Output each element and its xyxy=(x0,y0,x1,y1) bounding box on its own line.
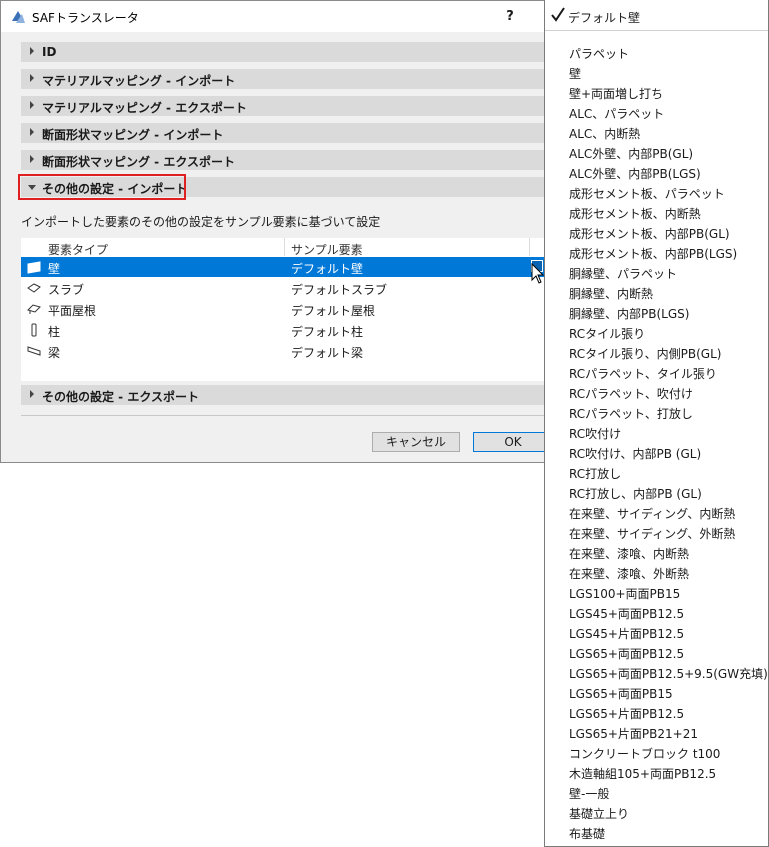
dropdown-item[interactable]: 木造軸組105+両面PB12.5 xyxy=(569,764,716,784)
dropdown-item[interactable]: ALC、内断熱 xyxy=(569,124,640,144)
checkmark-icon xyxy=(551,7,565,22)
section-label: ID xyxy=(42,45,57,59)
dropdown-item[interactable]: 壁-一般 xyxy=(569,784,609,804)
dropdown-item[interactable]: LGS100+両面PB15 xyxy=(569,584,680,604)
section-profile-export[interactable]: 断面形状マッピング - エクスポート xyxy=(21,150,553,170)
section-label: 断面形状マッピング - インポート xyxy=(42,128,224,142)
dropdown-item[interactable]: 胴縁壁、内部PB(LGS) xyxy=(569,304,689,324)
column-divider[interactable] xyxy=(529,238,530,256)
expand-arrow-icon xyxy=(30,101,34,109)
divider xyxy=(21,415,549,416)
dropdown-item[interactable]: LGS65+片面PB21+21 xyxy=(569,724,698,744)
expand-arrow-icon xyxy=(30,390,34,398)
current-selection-label: デフォルト壁 xyxy=(568,11,641,25)
dropdown-item[interactable]: ALC、パラペット xyxy=(569,104,664,124)
dropdown-item[interactable]: 在来壁、漆喰、内断熱 xyxy=(569,544,689,564)
dropdown-item[interactable]: 在来壁、サイディング、外断熱 xyxy=(569,524,735,544)
dropdown-item[interactable]: 在来壁、サイディング、内断熱 xyxy=(569,504,735,524)
section-material-import[interactable]: マテリアルマッピング - インポート xyxy=(21,69,553,89)
column-divider[interactable] xyxy=(284,238,285,256)
dropdown-item[interactable]: パラペット xyxy=(569,44,629,64)
highlight-box xyxy=(18,174,186,200)
app-icon xyxy=(12,11,25,23)
sample-element: デフォルトスラブ xyxy=(291,283,388,297)
dropdown-item[interactable]: RCパラペット、吹付け xyxy=(569,384,693,404)
dropdown-item[interactable]: RC打放し xyxy=(569,464,621,484)
dropdown-item[interactable]: 成形セメント板、内断熱 xyxy=(569,204,701,224)
element-type: 壁 xyxy=(48,262,61,276)
section-profile-import[interactable]: 断面形状マッピング - インポート xyxy=(21,123,553,143)
dropdown-item[interactable]: 胴縁壁、内断熱 xyxy=(569,284,653,304)
window-title: SAFトランスレータ xyxy=(32,11,139,25)
ok-button[interactable]: OK xyxy=(473,432,553,452)
dropdown-item[interactable]: RCタイル張り xyxy=(569,324,645,344)
dropdown-item[interactable]: 基礎立上り xyxy=(569,804,629,824)
element-type: スラブ xyxy=(48,283,85,297)
table-row-wall[interactable]: 壁 デフォルト壁 xyxy=(21,257,553,277)
element-type: 柱 xyxy=(48,325,61,339)
mouse-cursor-icon xyxy=(531,263,545,284)
section-id[interactable]: ID xyxy=(21,42,553,62)
dropdown-item[interactable]: 成形セメント板、内部PB(GL) xyxy=(569,224,730,244)
section-description: インポートした要素のその他の設定をサンプル要素に基づいて設定 xyxy=(21,215,381,229)
dropdown-item[interactable]: LGS65+両面PB12.5+9.5(GW充填) xyxy=(569,664,768,684)
expand-arrow-icon xyxy=(30,155,34,163)
dropdown-item[interactable]: 在来壁、漆喰、外断熱 xyxy=(569,564,689,584)
sample-element-dropdown-list[interactable]: デフォルト壁 パラペット壁壁+両面増し打ち ALC、パラペット ALC、内断熱 ALC… xyxy=(544,0,769,847)
table-row-column[interactable]: 柱 デフォルト柱 xyxy=(21,320,553,340)
title-bar: SAFトランスレータ ? xyxy=(1,1,548,32)
dropdown-item[interactable]: 布基礎 xyxy=(569,824,605,844)
section-label: 断面形状マッピング - エクスポート xyxy=(42,155,235,169)
dropdown-item[interactable]: コンクリートブロック t100 xyxy=(569,744,720,764)
expand-arrow-icon xyxy=(30,47,34,55)
element-type: 梁 xyxy=(48,346,61,360)
column-header-type[interactable]: 要素タイプ xyxy=(48,241,108,258)
wall-icon xyxy=(27,261,41,274)
dropdown-item[interactable]: 成形セメント板、内部PB(LGS) xyxy=(569,244,737,264)
divider xyxy=(545,30,768,31)
dropdown-item[interactable]: 壁+両面増し打ち xyxy=(569,84,663,104)
dropdown-item[interactable]: RCパラペット、打放し xyxy=(569,404,693,424)
cancel-button[interactable]: キャンセル xyxy=(372,432,460,452)
dropdown-item[interactable]: LGS65+片面PB12.5 xyxy=(569,704,684,724)
sample-element: デフォルト梁 xyxy=(291,346,364,360)
section-material-export[interactable]: マテリアルマッピング - エクスポート xyxy=(21,96,553,116)
dropdown-item[interactable]: RC打放し、内部PB (GL) xyxy=(569,484,702,504)
table-row-beam[interactable]: 梁 デフォルト梁 xyxy=(21,341,553,361)
roof-icon xyxy=(27,304,41,314)
section-label: マテリアルマッピング - エクスポート xyxy=(42,101,247,115)
dropdown-item[interactable]: RCタイル張り、内側PB(GL) xyxy=(569,344,721,364)
slab-icon xyxy=(27,283,41,293)
dropdown-item[interactable]: 成形セメント板、パラペット xyxy=(569,184,725,204)
section-other-export[interactable]: その他の設定 - エクスポート xyxy=(21,385,553,405)
dropdown-item[interactable]: LGS45+片面PB12.5 xyxy=(569,624,684,644)
column-icon xyxy=(31,323,37,337)
table-row-slab[interactable]: スラブ デフォルトスラブ xyxy=(21,278,553,298)
dropdown-item[interactable]: LGS45+両面PB12.5 xyxy=(569,604,684,624)
element-settings-table: 要素タイプ サンプル要素 壁 デフォルト壁 スラブ デフォルトスラブ 平面屋根 xyxy=(21,238,553,381)
sample-element: デフォルト屋根 xyxy=(291,304,376,318)
dropdown-item[interactable]: RC吹付け xyxy=(569,424,621,444)
dropdown-item[interactable]: ALC外壁、内部PB(GL) xyxy=(569,144,693,164)
dropdown-item[interactable]: RC吹付け、内部PB (GL) xyxy=(569,444,701,464)
sample-element: デフォルト柱 xyxy=(291,325,364,339)
expand-arrow-icon xyxy=(30,128,34,136)
dropdown-item[interactable]: LGS65+両面PB15 xyxy=(569,684,673,704)
sample-element: デフォルト壁 xyxy=(291,262,364,276)
expand-arrow-icon xyxy=(30,74,34,82)
dropdown-item[interactable]: ALC外壁、内部PB(LGS) xyxy=(569,164,701,184)
column-header-sample[interactable]: サンプル要素 xyxy=(291,241,363,258)
section-label: マテリアルマッピング - インポート xyxy=(42,74,236,88)
beam-icon xyxy=(27,346,41,356)
dropdown-item[interactable]: RCパラペット、タイル張り xyxy=(569,364,717,384)
dropdown-item[interactable]: 胴縁壁、パラペット xyxy=(569,264,677,284)
element-type: 平面屋根 xyxy=(48,304,97,318)
dropdown-item[interactable]: 壁 xyxy=(569,64,581,84)
saf-translator-dialog: SAFトランスレータ ? ID マテリアルマッピング - インポート マテリアル… xyxy=(0,0,553,463)
section-label: その他の設定 - エクスポート xyxy=(42,390,199,404)
table-row-roof[interactable]: 平面屋根 デフォルト屋根 xyxy=(21,299,553,319)
help-button[interactable]: ? xyxy=(500,7,520,27)
dropdown-item[interactable]: LGS65+両面PB12.5 xyxy=(569,644,684,664)
